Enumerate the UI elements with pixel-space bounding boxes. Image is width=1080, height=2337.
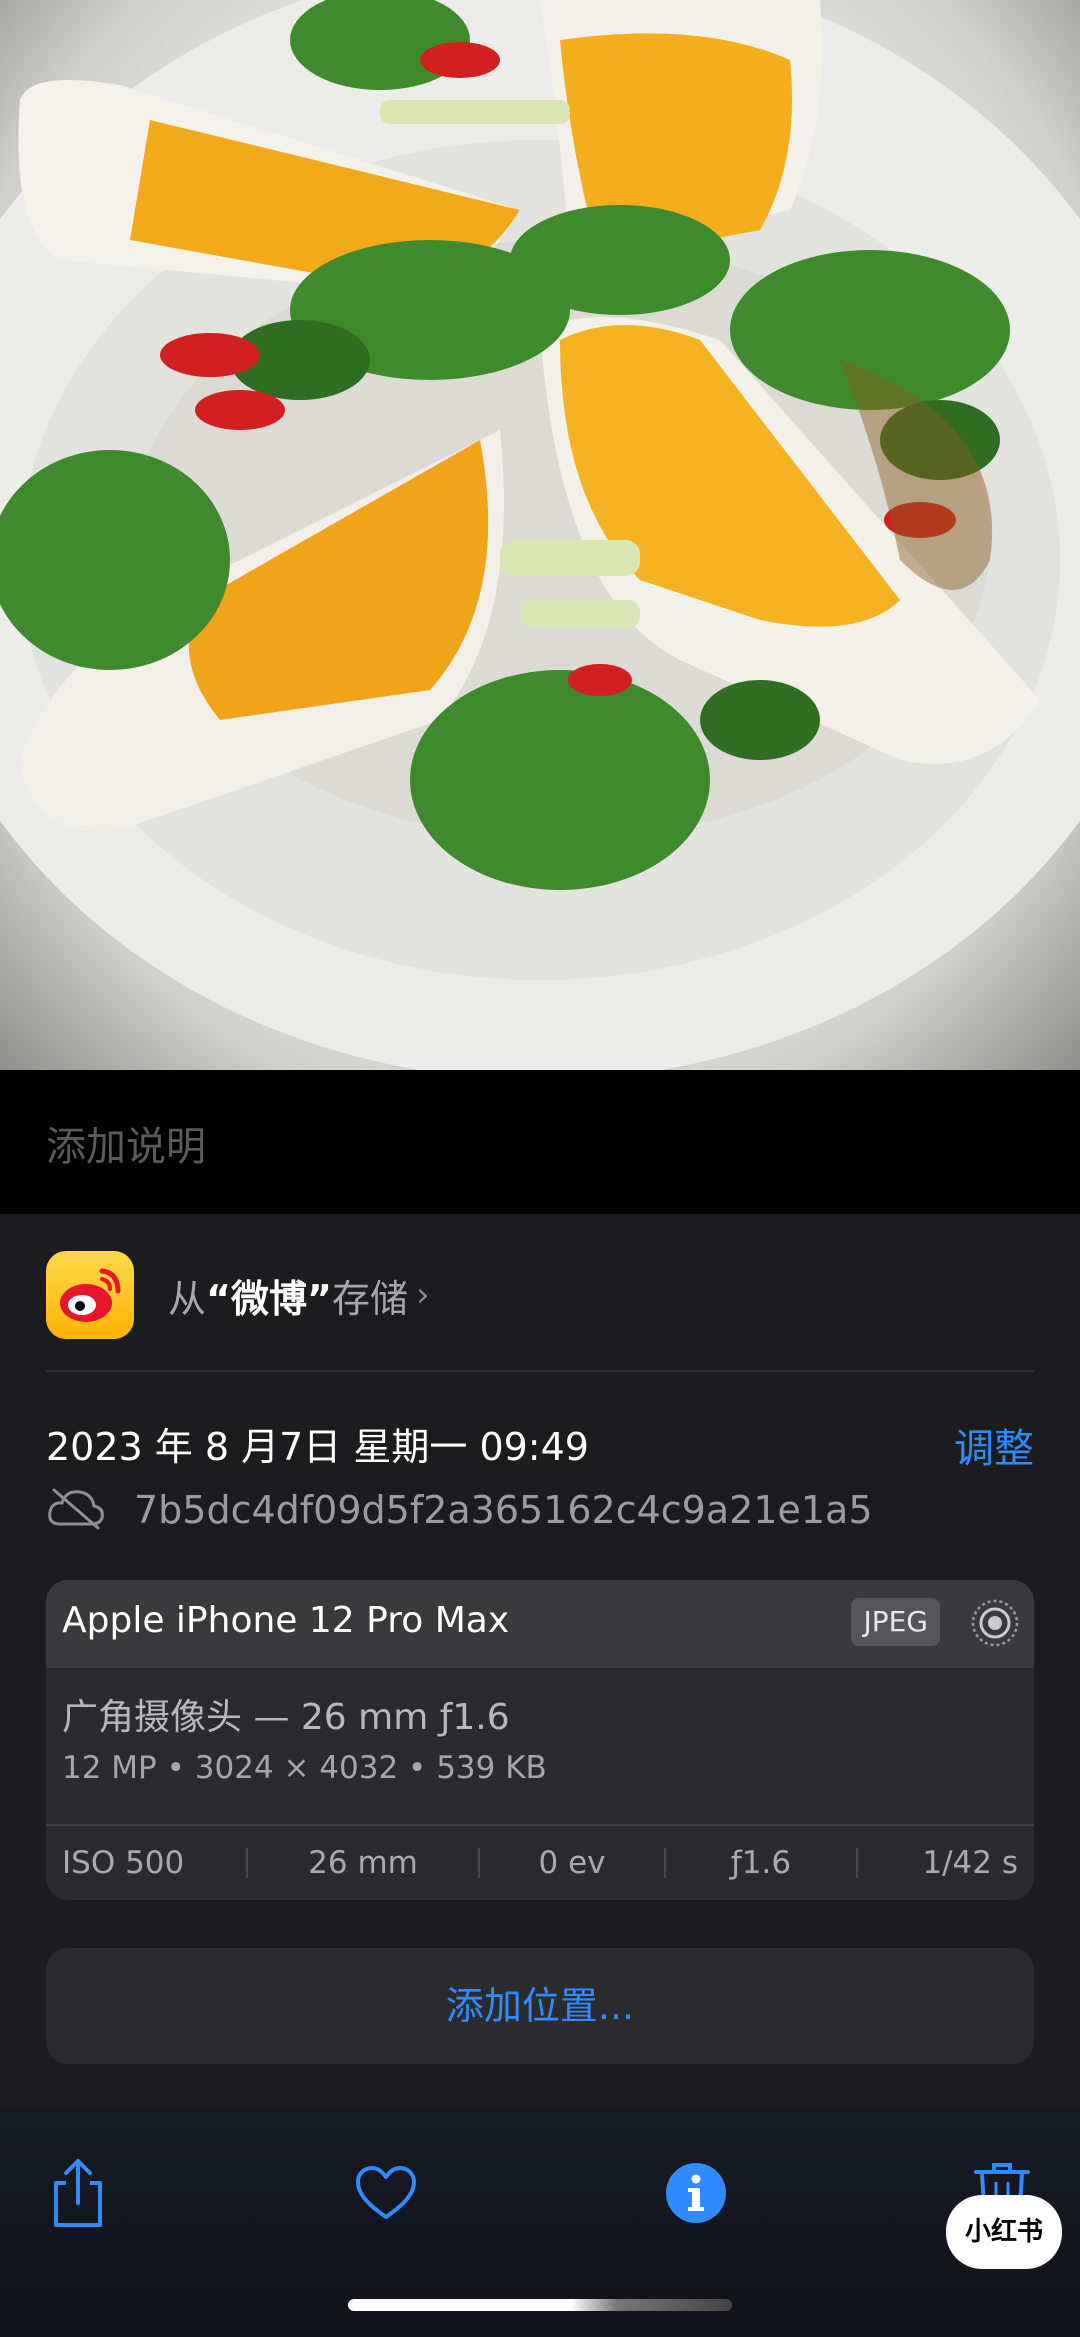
- camera-info-card: Apple iPhone 12 Pro Max JPEG 广角摄像头 — 26 …: [46, 1580, 1034, 1900]
- exif-aperture: ƒ1.6: [730, 1845, 792, 1881]
- chevron-right-icon: ›: [415, 1275, 430, 1315]
- xiaohongshu-watermark: 小红书: [946, 2195, 1062, 2269]
- photo-preview[interactable]: [0, 0, 1080, 1070]
- share-icon[interactable]: [28, 2143, 128, 2243]
- datetime-row: 2023 年 8 月7日 星期一 09:49 调整: [46, 1410, 1034, 1472]
- device-name: Apple iPhone 12 Pro Max: [62, 1600, 510, 1641]
- heart-icon[interactable]: [336, 2143, 436, 2243]
- exif-exposure-bias: 0 ev: [538, 1845, 606, 1881]
- datetime-text: 2023 年 8 月7日 星期一 09:49: [46, 1425, 589, 1469]
- file-hash: 7b5dc4df09d5f2a365162c4c9a21e1a5: [134, 1488, 873, 1532]
- egg-salad-photo: [0, 0, 1080, 1070]
- exif-row: ISO 500 26 mm 0 ev ƒ1.6 1/42 s: [46, 1826, 1034, 1900]
- source-label[interactable]: 从 “微博” 存储 ›: [168, 1268, 430, 1323]
- cloud-slash-icon: [46, 1486, 106, 1534]
- info-icon[interactable]: [646, 2143, 746, 2243]
- home-indicator[interactable]: [348, 2299, 732, 2311]
- source-suffix: 存储: [331, 1276, 408, 1321]
- exif-shutter-speed: 1/42 s: [922, 1845, 1018, 1881]
- format-badge: JPEG: [851, 1598, 940, 1646]
- lens-info: 广角摄像头 — 26 mm ƒ1.6: [62, 1697, 510, 1738]
- adjust-button[interactable]: 调整: [954, 1416, 1034, 1474]
- exif-focal-length: 26 mm: [308, 1845, 418, 1881]
- caption-placeholder[interactable]: 添加说明: [46, 1114, 206, 1172]
- file-name-row: 7b5dc4df09d5f2a365162c4c9a21e1a5: [46, 1482, 1034, 1538]
- caption-bar[interactable]: 添加说明: [0, 1070, 1080, 1214]
- image-specs: 12 MP • 3024 × 4032 • 539 KB: [62, 1750, 547, 1786]
- camera-card-header: Apple iPhone 12 Pro Max JPEG: [46, 1580, 1034, 1668]
- exif-iso: ISO 500: [62, 1845, 185, 1881]
- source-prefix: 从: [168, 1276, 207, 1321]
- weibo-app-icon: [46, 1251, 134, 1339]
- bottom-toolbar: 小红书: [0, 2107, 1080, 2337]
- divider: [46, 1370, 1034, 1372]
- add-location-button[interactable]: 添加位置...: [46, 1948, 1034, 2064]
- lens-aperture-icon[interactable]: [970, 1598, 1020, 1648]
- source-row[interactable]: 从 “微博” 存储 ›: [46, 1250, 1036, 1340]
- source-app-name: “微博”: [206, 1276, 332, 1321]
- info-panel: 从 “微博” 存储 › 2023 年 8 月7日 星期一 09:49 调整 7b5dc…: [0, 1214, 1080, 2107]
